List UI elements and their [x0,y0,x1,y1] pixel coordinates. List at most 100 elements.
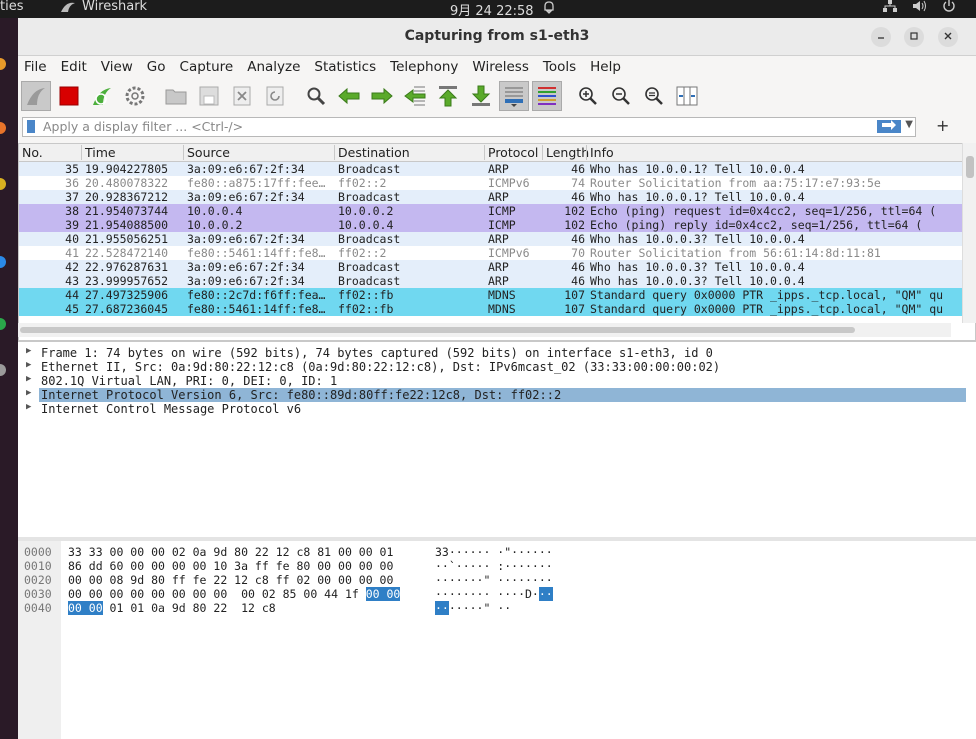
close-button[interactable] [938,27,958,47]
menu-analyze[interactable]: Analyze [247,59,300,75]
window-titlebar[interactable]: Capturing from s1-eth3 [18,18,976,56]
arrow-right-icon [882,120,896,130]
dock-app-icon[interactable] [0,256,6,268]
zoom-in-button[interactable] [573,81,603,111]
go-forward-button[interactable] [367,81,397,111]
table-row[interactable]: 41 22.528472140 fe80::5461:14ff:fe8… ff02::… [19,246,975,260]
dock-app-icon[interactable] [0,364,6,376]
minimize-button[interactable] [871,27,891,47]
app-name: Wireshark [82,0,148,14]
display-filter-input[interactable]: Apply a display filter ... <Ctrl-/> ▼ [22,117,916,137]
clock[interactable]: 9月 24 22:58 [450,0,534,19]
tree-item-selected[interactable]: ▶ Internet Protocol Version 6, Src: fe80:… [18,388,976,402]
menu-capture[interactable]: Capture [180,59,234,75]
activities-button[interactable]: ties [0,0,23,14]
table-row[interactable]: 43 23.999957652 3a:09:e6:67:2f:34 Broadcast… [19,274,975,288]
apply-filter-button[interactable] [877,120,901,133]
packet-cell-dst: ff02::2 [338,246,387,260]
packet-cell-info: Standard query 0x0000 PTR _ipps._tcp.loc… [590,288,944,302]
packet-cell-len: 102 [564,204,585,218]
start-capture-button[interactable] [21,81,51,111]
tree-item[interactable]: ▶ Internet Control Message Protocol v6 [18,402,976,416]
table-row[interactable]: 42 22.976287631 3a:09:e6:67:2f:34 Broadcast… [19,260,975,274]
packet-cell-proto: ICMPv6 [488,176,530,190]
bookmark-icon[interactable] [27,120,35,133]
wireshark-fin-icon [61,2,75,12]
menu-file[interactable]: File [24,59,47,75]
capture-options-button[interactable] [120,81,150,111]
first-packet-button[interactable] [433,81,463,111]
table-row[interactable]: 37 20.928367212 3a:09:e6:67:2f:34 Broadcast… [19,190,975,204]
expand-chevron-icon[interactable]: ▶ [26,388,31,398]
column-header-protocol[interactable]: Protocol [484,145,538,160]
menu-edit[interactable]: Edit [61,59,87,75]
open-file-button[interactable] [161,81,191,111]
expand-chevron-icon[interactable]: ▶ [26,360,31,370]
menu-view[interactable]: View [101,59,133,75]
save-file-button[interactable] [194,81,224,111]
zoom-out-icon [612,87,630,105]
dock-app-icon[interactable] [0,178,6,190]
packet-list-horizontal-scrollbar[interactable] [18,323,951,337]
maximize-button[interactable] [904,27,924,47]
resize-columns-button[interactable] [672,81,702,111]
hex-bytes: 00 00 00 00 00 00 00 00 00 02 85 00 44 1… [68,587,401,601]
reload-file-button[interactable] [260,81,290,111]
packet-cell-dst: ff02::fb [338,288,394,302]
table-row[interactable]: 35 19.904227805 3a:09:e6:67:2f:34 Broadcast… [19,162,975,176]
arrow-down-bar-icon [471,85,491,106]
tree-item[interactable]: ▶ Ethernet II, Src: 0a:9d:80:22:12:c8 (0a… [18,360,976,374]
menu-tools[interactable]: Tools [543,59,576,75]
stop-capture-button[interactable] [54,81,84,111]
find-packet-button[interactable] [301,81,331,111]
dock-app-icon[interactable] [0,122,6,134]
column-header-info[interactable]: Info [586,145,614,160]
close-file-button[interactable] [227,81,257,111]
ascii-bytes: ·······" ········ [435,573,553,587]
expand-chevron-icon[interactable]: ▶ [26,402,31,412]
table-row[interactable]: 40 21.955056251 3a:09:e6:67:2f:34 Broadcast… [19,232,975,246]
column-header-source[interactable]: Source [183,145,230,160]
column-header-destination[interactable]: Destination [334,145,410,160]
column-header-no[interactable]: No. [19,145,43,160]
packet-cell-info: Echo (ping) request id=0x4cc2, seq=1/256… [590,204,937,218]
table-row[interactable]: 38 21.954073744 10.0.0.4 10.0.0.2 ICMP 102 Ech… [19,204,975,218]
last-packet-button[interactable] [466,81,496,111]
tree-item[interactable]: ▶ 802.1Q Virtual LAN, PRI: 0, DEI: 0, ID:… [18,374,976,388]
expand-chevron-icon[interactable]: ▶ [26,346,31,356]
add-filter-button[interactable]: + [936,116,949,135]
restart-capture-button[interactable] [87,81,117,111]
system-tray[interactable] [544,0,956,14]
app-menu[interactable]: Wireshark [60,0,147,14]
table-row[interactable]: 36 20.480078322 fe80::a875:17ff:fee… ff02::… [19,176,975,190]
go-to-packet-button[interactable] [400,81,430,111]
dock-app-icon[interactable] [0,58,6,70]
menu-statistics[interactable]: Statistics [314,59,376,75]
tree-item[interactable]: ▶ Frame 1: 74 bytes on wire (592 bits), 7… [18,346,976,360]
packet-list-vertical-scrollbar[interactable] [962,143,976,323]
expand-chevron-icon[interactable]: ▶ [26,374,31,384]
autoscroll-button[interactable] [499,81,529,111]
table-row[interactable]: 39 21.954088500 10.0.0.2 10.0.0.4 ICMP 102 Ech… [19,218,975,232]
menu-telephony[interactable]: Telephony [390,59,458,75]
table-row[interactable]: 44 27.497325906 fe80::2c7d:f6ff:fea… ff02::… [19,288,975,302]
menu-go[interactable]: Go [147,59,166,75]
ascii-bytes: ··`····· :······· [435,559,553,573]
packet-bytes-pane: 0000 33 33 00 00 00 02 0a 9d 80 22 12 c8… [18,541,976,739]
packet-cell-no: 38 [65,204,79,218]
go-back-button[interactable] [334,81,364,111]
packet-cell-no: 35 [65,162,79,176]
menu-help[interactable]: Help [590,59,621,75]
column-header-length[interactable]: Length [542,145,589,160]
packet-cell-proto: ARP [488,274,509,288]
resize-columns-icon [676,86,698,106]
zoom-out-button[interactable] [606,81,636,111]
table-row[interactable]: 45 27.687236045 fe80::5461:14ff:fe8… ff02::… [19,302,975,316]
filter-dropdown-chevron-icon[interactable]: ▼ [905,119,913,130]
dock-app-icon[interactable] [0,318,6,330]
power-icon [943,0,955,12]
column-header-time[interactable]: Time [81,145,116,160]
colorize-button[interactable] [532,81,562,111]
normal-size-button[interactable] [639,81,669,111]
menu-wireless[interactable]: Wireless [472,59,529,75]
